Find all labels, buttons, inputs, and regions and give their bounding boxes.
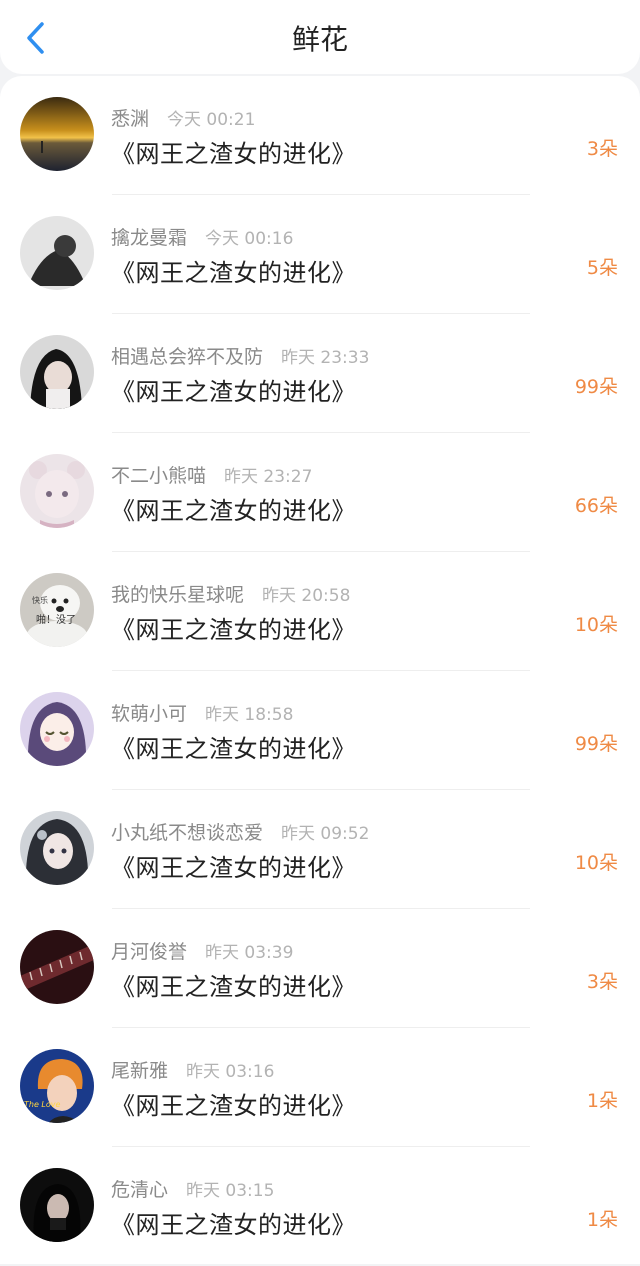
avatar (20, 454, 94, 528)
username: 悉渊 (111, 107, 150, 130)
avatar: 快乐 啪！没了 (20, 573, 94, 647)
book-title: 《网王之渣女的进化》 (111, 1211, 356, 1239)
list-item[interactable]: 悉渊 今天 00:21 《网王之渣女的进化》 3朵 (0, 76, 640, 195)
timestamp: 昨天 20:58 (262, 585, 351, 606)
list-item[interactable]: 月河俊誉 昨天 03:39 《网王之渣女的进化》 3朵 (0, 909, 640, 1028)
book-title: 《网王之渣女的进化》 (111, 1092, 356, 1120)
avatar (20, 811, 94, 885)
book-title: 《网王之渣女的进化》 (111, 140, 356, 168)
avatar-caption: The Love (24, 1100, 61, 1109)
avatar (20, 97, 94, 171)
timestamp: 今天 00:16 (205, 228, 294, 249)
flower-list: 悉渊 今天 00:21 《网王之渣女的进化》 3朵 擒龙曼霜 今天 00:16 … (0, 76, 640, 1264)
avatar (20, 216, 94, 290)
username: 软萌小可 (111, 702, 188, 725)
username: 擒龙曼霜 (111, 226, 188, 249)
username: 小丸纸不想谈恋爱 (111, 821, 264, 844)
book-title: 《网王之渣女的进化》 (111, 735, 356, 763)
avatar (20, 335, 94, 409)
timestamp: 昨天 23:33 (281, 347, 370, 368)
timestamp: 昨天 23:27 (224, 466, 313, 487)
flower-count: 1朵 (586, 1090, 618, 1112)
timestamp: 昨天 03:39 (205, 942, 294, 963)
avatar: The Love (20, 1049, 94, 1123)
flower-count: 99朵 (574, 733, 618, 755)
timestamp: 昨天 03:15 (186, 1180, 275, 1201)
timestamp: 昨天 09:52 (281, 823, 370, 844)
timestamp: 今天 00:21 (167, 109, 256, 130)
book-title: 《网王之渣女的进化》 (111, 854, 356, 882)
page-title: 鲜花 (291, 23, 348, 56)
list-item[interactable]: 快乐 啪！没了 我的快乐星球呢 昨天 20:58 《网王之渣女的进化》 10朵 (0, 552, 640, 671)
list-item[interactable]: 危清心 昨天 03:15 《网王之渣女的进化》 1朵 (0, 1147, 640, 1266)
username: 尾新雅 (111, 1059, 169, 1082)
book-title: 《网王之渣女的进化》 (111, 378, 356, 406)
flower-count: 3朵 (586, 971, 618, 993)
timestamp: 昨天 18:58 (205, 704, 294, 725)
flower-count: 99朵 (574, 376, 618, 398)
flower-count: 5朵 (586, 257, 618, 279)
flower-count: 10朵 (574, 852, 618, 874)
book-title: 《网王之渣女的进化》 (111, 497, 356, 525)
top-bar: 鲜花 (0, 0, 640, 74)
list-item[interactable]: 软萌小可 昨天 18:58 《网王之渣女的进化》 99朵 (0, 671, 640, 790)
list-item[interactable]: 不二小熊喵 昨天 23:27 《网王之渣女的进化》 66朵 (0, 433, 640, 552)
flower-count: 3朵 (586, 138, 618, 160)
avatar-caption: 快乐 (32, 595, 48, 605)
avatar (20, 930, 94, 1004)
username: 我的快乐星球呢 (111, 583, 245, 606)
flower-count: 1朵 (586, 1209, 618, 1231)
flower-count: 10朵 (574, 614, 618, 636)
username: 不二小熊喵 (111, 464, 207, 487)
username: 危清心 (111, 1178, 169, 1201)
list-item[interactable]: 相遇总会猝不及防 昨天 23:33 《网王之渣女的进化》 99朵 (0, 314, 640, 433)
avatar (20, 692, 94, 766)
list-item[interactable]: The Love 尾新雅 昨天 03:16 《网王之渣女的进化》 1朵 (0, 1028, 640, 1147)
list-item[interactable]: 擒龙曼霜 今天 00:16 《网王之渣女的进化》 5朵 (0, 195, 640, 314)
username: 相遇总会猝不及防 (111, 345, 264, 368)
username: 月河俊誉 (111, 940, 188, 963)
book-title: 《网王之渣女的进化》 (111, 616, 356, 644)
book-title: 《网王之渣女的进化》 (111, 259, 356, 287)
list-item[interactable]: 小丸纸不想谈恋爱 昨天 09:52 《网王之渣女的进化》 10朵 (0, 790, 640, 909)
timestamp: 昨天 03:16 (186, 1061, 275, 1082)
avatar (20, 1168, 94, 1242)
avatar-caption: 啪！没了 (36, 613, 76, 626)
book-title: 《网王之渣女的进化》 (111, 973, 356, 1001)
flower-count: 66朵 (574, 495, 618, 517)
